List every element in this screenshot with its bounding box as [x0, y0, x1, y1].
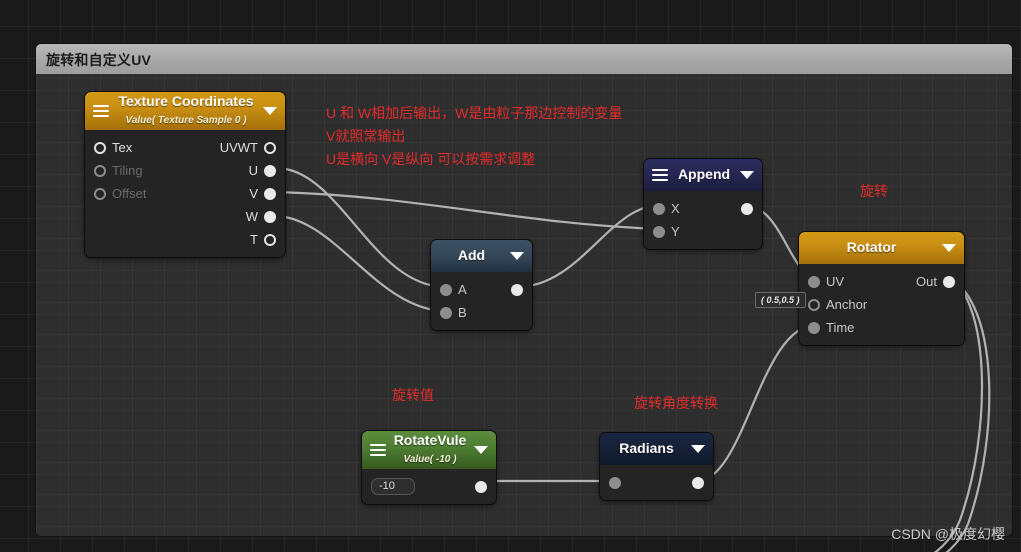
output-pin[interactable] — [511, 283, 523, 296]
node-texture-coordinates[interactable]: Texture Coordinates Value( Texture Sampl… — [85, 92, 285, 257]
pin-row: X — [644, 197, 762, 220]
chevron-down-icon[interactable] — [942, 244, 956, 252]
chevron-down-icon[interactable] — [691, 445, 705, 453]
pin-row: -10 — [362, 475, 496, 498]
input-pin-tiling[interactable] — [94, 164, 106, 177]
pin-row: T — [85, 228, 285, 251]
annotation-rotate-value: 旋转值 — [392, 387, 434, 403]
input-pin-x[interactable] — [653, 202, 665, 215]
pin-row: Anchor — [799, 293, 964, 316]
output-pin-v[interactable] — [264, 187, 276, 200]
input-pin-b[interactable] — [440, 306, 452, 319]
pin-label: Time — [826, 320, 855, 335]
annotation-top: U 和 W相加后输出，W是由粒子那边控制的变量 V就照常输出 U是横向 V是纵向… — [326, 105, 623, 167]
pin-label: Anchor — [826, 297, 868, 312]
comment-title-bar[interactable]: 旋转和自定义UV — [36, 44, 1012, 74]
node-body: A B — [431, 272, 532, 330]
input-pin-uv[interactable] — [808, 275, 820, 288]
pin-row: Y — [644, 220, 762, 243]
node-rotator[interactable]: Rotator UV Out Anchor Time — [799, 232, 964, 345]
node-body — [600, 465, 713, 500]
node-body: -10 — [362, 469, 496, 504]
pin-label: Tex — [112, 140, 133, 155]
node-header[interactable]: Radians — [600, 433, 713, 465]
pin-label: W — [245, 209, 258, 224]
node-subtitle: Value( -10 ) — [403, 454, 457, 465]
node-header[interactable]: Rotator — [799, 232, 964, 264]
node-header[interactable]: Append — [644, 159, 762, 191]
pin-label: T — [250, 232, 258, 247]
pin-row: A — [431, 278, 532, 301]
node-body: Tex UVWT Tiling U Offset V W T — [85, 130, 285, 257]
node-rotate-vule[interactable]: RotateVule Value( -10 ) -10 — [362, 431, 496, 504]
node-title: Rotator — [846, 239, 897, 255]
output-pin-uvwt[interactable] — [264, 141, 276, 154]
output-pin-u[interactable] — [264, 164, 276, 177]
node-append[interactable]: Append X Y — [644, 159, 762, 249]
pin-row: UV Out — [799, 270, 964, 293]
output-pin[interactable] — [475, 480, 487, 493]
material-editor-canvas[interactable]: 旋转和自定义UV Texture Coordinates Value(Text… — [0, 0, 1021, 552]
node-title: Add — [457, 247, 486, 263]
node-header[interactable]: RotateVule Value( -10 ) — [362, 431, 496, 469]
pin-row: W — [85, 205, 285, 228]
node-title: Append — [677, 166, 731, 182]
input-pin-tex[interactable] — [94, 141, 106, 154]
pin-label: Y — [671, 224, 680, 239]
output-pin-out[interactable] — [943, 275, 955, 288]
input-pin[interactable] — [609, 476, 621, 489]
input-pin-y[interactable] — [653, 225, 665, 238]
pin-label: X — [671, 201, 680, 216]
pin-label: Out — [916, 274, 937, 289]
value-input-field[interactable]: -10 — [371, 478, 415, 495]
pin-label: A — [458, 282, 467, 297]
comment-title: 旋转和自定义UV — [46, 52, 152, 68]
node-add[interactable]: Add A B — [431, 240, 532, 330]
node-title: RotateVule — [393, 433, 467, 449]
pin-row: Offset V — [85, 182, 285, 205]
input-pin-time[interactable] — [808, 321, 820, 334]
output-pin[interactable] — [741, 202, 753, 215]
pin-row: Tex UVWT — [85, 136, 285, 159]
node-header[interactable]: Texture Coordinates Value( Texture Sampl… — [85, 92, 285, 130]
output-pin-w[interactable] — [264, 210, 276, 223]
node-header[interactable]: Add — [431, 240, 532, 272]
pin-row: B — [431, 301, 532, 324]
pin-row — [600, 471, 713, 494]
output-pin[interactable] — [692, 476, 704, 489]
chevron-down-icon[interactable] — [740, 171, 754, 179]
node-title: Radians — [619, 440, 674, 456]
pin-label: UV — [826, 274, 845, 289]
menu-icon[interactable] — [93, 105, 109, 117]
input-pin-anchor[interactable] — [808, 298, 820, 311]
input-pin-a[interactable] — [440, 283, 452, 296]
pin-row: Time — [799, 316, 964, 339]
node-title: Texture Coordinates — [118, 94, 254, 110]
chevron-down-icon[interactable] — [510, 252, 524, 260]
node-body: UV Out Anchor Time — [799, 264, 964, 345]
menu-icon[interactable] — [652, 169, 668, 181]
output-pin-t[interactable] — [264, 233, 276, 246]
pin-label: Offset — [112, 186, 147, 201]
node-body: X Y — [644, 191, 762, 249]
input-pin-offset[interactable] — [94, 187, 106, 200]
node-subtitle: Value( Texture Sample 0 ) — [125, 115, 247, 126]
pin-label: U — [248, 163, 258, 178]
chevron-down-icon[interactable] — [263, 107, 277, 115]
anchor-default-value: ( 0.5,0.5 ) — [755, 292, 806, 308]
pin-label: UVWT — [219, 140, 258, 155]
pin-label: B — [458, 305, 467, 320]
pin-label: V — [249, 186, 258, 201]
chevron-down-icon[interactable] — [474, 446, 488, 454]
pin-row: Tiling U — [85, 159, 285, 182]
watermark: CSDN @极度幻樱 — [891, 526, 1005, 542]
pin-label: Tiling — [112, 163, 143, 178]
annotation-rotate: 旋转 — [860, 183, 888, 199]
node-radians[interactable]: Radians — [600, 433, 713, 500]
menu-icon[interactable] — [370, 444, 386, 456]
annotation-angle-convert: 旋转角度转换 — [634, 395, 718, 411]
